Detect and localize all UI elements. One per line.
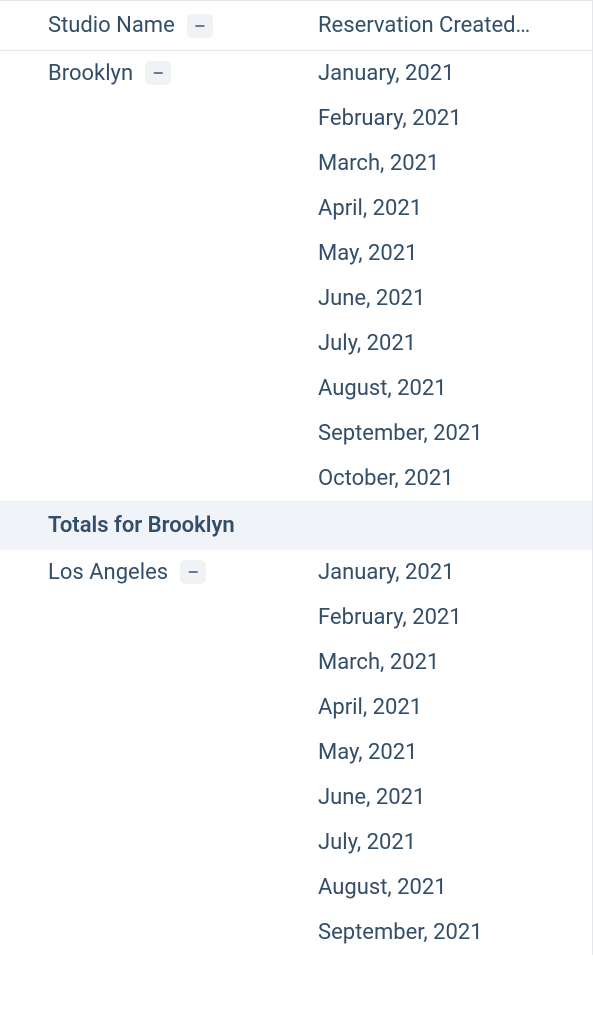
data-table: Studio Name − Reservation Created … Broo… (0, 0, 593, 955)
column-header-label: Studio Name (48, 13, 175, 38)
group-name: Los Angeles (48, 560, 168, 585)
table-row[interactable]: February, 2021 (318, 595, 592, 640)
table-row[interactable]: March, 2021 (318, 640, 592, 685)
minus-icon: − (195, 17, 206, 35)
table-row[interactable]: August, 2021 (318, 865, 592, 910)
table-row[interactable]: January, 2021 (318, 550, 592, 595)
table-row[interactable]: January, 2021 (318, 51, 592, 96)
minus-icon: − (153, 64, 164, 82)
table-row[interactable]: April, 2021 (318, 186, 592, 231)
table-row[interactable]: February, 2021 (318, 96, 592, 141)
months-column: January, 2021 February, 2021 March, 2021… (270, 51, 592, 501)
table-row[interactable]: September, 2021 (318, 910, 592, 955)
group-los-angeles: Los Angeles − January, 2021 February, 20… (0, 550, 592, 955)
group-brooklyn: Brooklyn − January, 2021 February, 2021 … (0, 51, 592, 501)
collapse-all-button[interactable]: − (187, 14, 213, 38)
table-row[interactable]: July, 2021 (318, 820, 592, 865)
column-header-reservation[interactable]: Reservation Created … (270, 13, 592, 38)
table-row[interactable]: June, 2021 (318, 276, 592, 321)
table-row[interactable]: August, 2021 (318, 366, 592, 411)
totals-label: Totals for Brooklyn (48, 513, 235, 538)
group-label-cell: Los Angeles − (0, 550, 270, 955)
table-row[interactable]: May, 2021 (318, 730, 592, 775)
table-row[interactable]: June, 2021 (318, 775, 592, 820)
table-row[interactable]: March, 2021 (318, 141, 592, 186)
minus-icon: − (188, 563, 199, 581)
months-column: January, 2021 February, 2021 March, 2021… (270, 550, 592, 955)
truncation-ellipsis: … (516, 13, 531, 38)
column-header-studio[interactable]: Studio Name − (0, 13, 270, 38)
table-row[interactable]: July, 2021 (318, 321, 592, 366)
column-header-label: Reservation Created (318, 13, 516, 38)
group-name: Brooklyn (48, 61, 133, 86)
table-row[interactable]: September, 2021 (318, 411, 592, 456)
collapse-group-button[interactable]: − (145, 61, 171, 85)
totals-row-brooklyn[interactable]: Totals for Brooklyn (0, 501, 592, 550)
group-label-cell: Brooklyn − (0, 51, 270, 501)
table-header-row: Studio Name − Reservation Created … (0, 0, 592, 51)
table-row[interactable]: April, 2021 (318, 685, 592, 730)
table-row[interactable]: October, 2021 (318, 456, 592, 501)
collapse-group-button[interactable]: − (180, 560, 206, 584)
table-row[interactable]: May, 2021 (318, 231, 592, 276)
